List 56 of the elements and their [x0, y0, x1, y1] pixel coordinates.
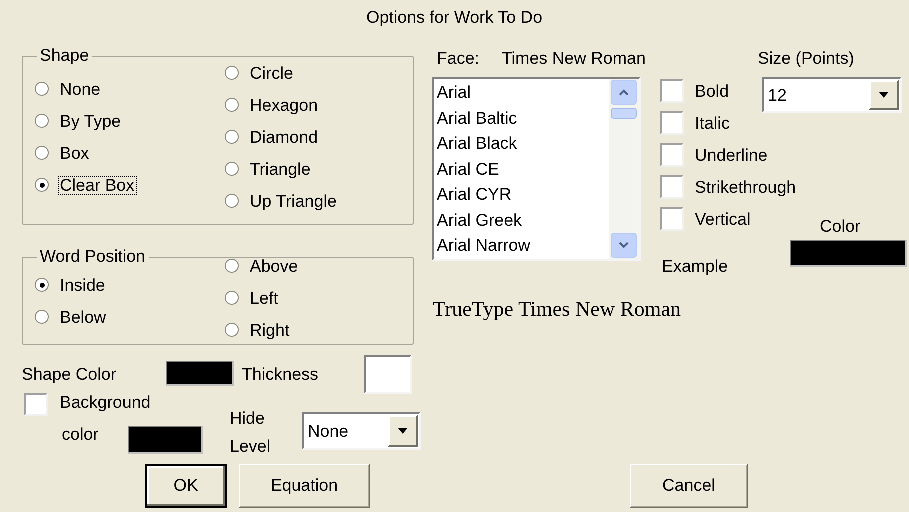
face-value: Times New Roman — [502, 48, 646, 70]
background-label: Background — [60, 392, 151, 414]
radio-option[interactable]: Left — [225, 282, 300, 314]
scroll-up-icon[interactable] — [611, 80, 637, 105]
dialog-button[interactable]: Cancel — [630, 464, 748, 508]
checkbox-option[interactable]: Underline — [660, 139, 796, 171]
color-label: Color — [820, 216, 861, 238]
checkbox[interactable] — [24, 393, 48, 416]
window-title: Options for Work To Do — [365, 7, 544, 29]
list-item[interactable]: Arial CYR — [437, 182, 609, 208]
radio-option[interactable]: Diamond — [225, 121, 338, 153]
list-item[interactable]: Arial — [437, 80, 609, 106]
hide-level-label: Level — [230, 436, 271, 458]
checkbox[interactable] — [660, 111, 684, 135]
radio-option[interactable]: Up Triangle — [225, 185, 338, 217]
list-item[interactable]: Arial Black — [437, 131, 609, 157]
example-preview-text: TrueType Times New Roman — [433, 296, 682, 322]
scroll-down-icon[interactable] — [611, 233, 637, 258]
size-label: Size (Points) — [758, 48, 854, 70]
scroll-thumb[interactable] — [611, 108, 637, 119]
dialog-button[interactable]: Equation — [239, 464, 370, 508]
font-listbox[interactable]: Arial Arial Baltic Arial Black Arial CE Arial CYR Arial Greek Arial Narrow — [432, 77, 641, 261]
checkbox[interactable] — [660, 143, 684, 167]
checkbox-option[interactable]: Strikethrough — [660, 171, 796, 203]
radio-option[interactable]: None — [35, 73, 136, 105]
background-color-label: color — [62, 424, 99, 446]
radio-option[interactable]: Above — [225, 250, 300, 282]
checkbox-option[interactable]: Vertical — [660, 203, 796, 235]
radio-option[interactable]: Circle — [225, 57, 338, 89]
hide-level-dropdown[interactable]: None — [302, 412, 421, 450]
radio-option[interactable]: By Type — [35, 105, 136, 137]
radio-option[interactable]: Triangle — [225, 153, 338, 185]
list-item[interactable]: Arial CE — [437, 156, 609, 182]
dialog-button[interactable]: OK — [145, 464, 227, 508]
thickness-field[interactable] — [364, 355, 412, 394]
radio-option[interactable]: Right — [225, 314, 300, 346]
checkbox[interactable] — [660, 175, 684, 199]
radio-option[interactable]: Hexagon — [225, 89, 338, 121]
color-swatch[interactable] — [128, 426, 203, 454]
radio-option[interactable]: Box — [35, 137, 136, 169]
size-dropdown[interactable]: 12 — [762, 77, 902, 113]
checkbox[interactable] — [660, 79, 684, 103]
hide-level-label: Hide — [230, 408, 265, 430]
list-item[interactable]: Arial Narrow — [437, 233, 609, 260]
face-label: Face: — [437, 48, 480, 70]
list-item[interactable]: Arial Baltic — [437, 106, 609, 132]
radio-option[interactable]: Inside — [35, 269, 108, 301]
list-item[interactable]: Arial Greek — [437, 208, 609, 234]
color-swatch[interactable] — [166, 361, 234, 386]
shape-color-label: Shape Color — [22, 364, 117, 386]
thickness-label: Thickness — [242, 364, 319, 386]
color-swatch[interactable] — [790, 240, 907, 267]
radio-option[interactable]: Below — [35, 301, 108, 333]
checkbox[interactable] — [660, 207, 684, 231]
example-label: Example — [662, 256, 728, 278]
radio-option[interactable]: Clear Box — [35, 169, 136, 201]
